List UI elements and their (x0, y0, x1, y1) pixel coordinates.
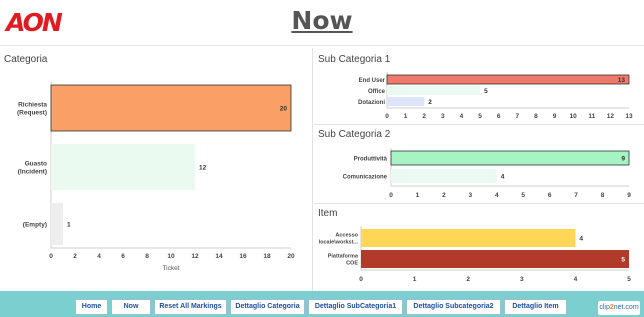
tick-label: 7 (515, 113, 519, 120)
data-label: 12 (199, 165, 207, 172)
tick-label: 2 (466, 276, 470, 283)
category-label: Guasto (25, 161, 47, 168)
data-label: 1 (67, 222, 71, 229)
tick-label: 18 (263, 253, 271, 260)
tick-label: 8 (145, 253, 149, 260)
bar (51, 203, 63, 245)
bar (50, 84, 292, 132)
panel-item: Item 4 Accesso locale\workst... 5 Piattaform… (314, 204, 644, 290)
tick-label: 14 (215, 253, 223, 260)
chart-sub-categoria-1[interactable]: 13End User5Office2Dotazioni0 1 2 3 4 5 6 7 8 9 10 1… (314, 48, 644, 123)
category-label: COE (346, 261, 358, 267)
category-label: Accesso (335, 233, 358, 239)
panel-sub-categoria-2: Sub Categoria 2 9 Produttività 4 Comunicazi… (314, 125, 644, 202)
panel-sub-categoria-1: Sub Categoria 1 13 End User 5 Office 2 Dotazi… (314, 48, 644, 123)
nav-button-home[interactable]: Home (75, 299, 108, 315)
tick-label: 4 (495, 192, 499, 199)
tick-label: 1 (404, 113, 408, 120)
nav-button-dettaglio-subcategoria2[interactable]: Dettaglio Subcategoria2 (406, 299, 501, 315)
tick-label: 3 (520, 276, 524, 283)
tick-label: 0 (389, 192, 393, 199)
tick-label: 20 (287, 253, 295, 260)
nav-button-now[interactable]: Now (111, 299, 151, 315)
category-label: (Incident) (18, 169, 47, 176)
tick-label: 0 (385, 113, 389, 120)
category-label: End User (359, 78, 386, 84)
tick-label: 11 (588, 113, 595, 120)
tick-label: 2 (73, 253, 77, 260)
chart-categoria[interactable]: 20Richiesta(Request)12Guasto(Incident)1(… (0, 48, 311, 284)
tick-label: 4 (460, 113, 464, 120)
panel-divider (312, 48, 313, 298)
chart-item[interactable]: 4 Accessolocale\workst... 5 PiattaformaCOE 0… (314, 204, 644, 290)
tick-label: 10 (167, 253, 175, 260)
category-label: Richiesta (18, 102, 47, 109)
tick-label: 13 (625, 113, 633, 120)
tick-label: 3 (441, 113, 445, 120)
tick-label: 9 (553, 113, 557, 120)
tick-label: 5 (478, 113, 482, 120)
tick-label: 8 (601, 192, 605, 199)
bar (51, 144, 195, 190)
tick-label: 1 (416, 192, 420, 199)
tick-label: 10 (570, 113, 578, 120)
bar (390, 150, 630, 166)
bar (387, 86, 481, 95)
page-title: Now (291, 6, 353, 35)
data-label: 5 (484, 88, 488, 95)
nav-button-dettaglio-item[interactable]: Dettaglio Item (504, 299, 567, 315)
bar (386, 74, 630, 85)
category-label: Dotazioni (358, 100, 385, 106)
header-bar: AON Now (0, 0, 644, 46)
tick-label: 4 (97, 253, 101, 260)
bar (391, 169, 497, 183)
data-label: 5 (621, 257, 625, 264)
nav-button-dettaglio-categoria[interactable]: Dettaglio Categoria (230, 299, 305, 315)
tick-label: 0 (49, 253, 53, 260)
category-label: locale\workst... (319, 240, 359, 246)
category-label: (Empty) (23, 222, 47, 229)
tick-label: 16 (239, 253, 247, 260)
category-label: Produttività (354, 156, 388, 162)
tick-label: 6 (497, 113, 501, 120)
category-label: Office (368, 89, 386, 95)
tick-label: 8 (534, 113, 538, 120)
tick-label: 7 (574, 192, 578, 199)
tick-label: 12 (191, 253, 199, 260)
data-label: 13 (618, 77, 626, 84)
data-label: 4 (579, 236, 583, 243)
data-label: 2 (428, 99, 432, 106)
tick-label: 4 (574, 276, 578, 283)
nav-button-dettaglio-subcategoria1[interactable]: Dettaglio SubCategoria1 (308, 299, 403, 315)
bar (387, 97, 425, 106)
category-label: Piattaforma (328, 254, 359, 260)
x-axis-label: Ticket (162, 265, 179, 272)
tick-label: 6 (121, 253, 125, 260)
chart-sub-categoria-2[interactable]: 9 Produttività 4 Comunicazione 0 1 2 3 4 5 6 7 8 9 (314, 125, 644, 202)
navigation-bar: Home Now Reset All Markings Dettaglio Ca… (0, 291, 644, 317)
tick-label: 2 (422, 113, 426, 120)
bar (361, 250, 629, 268)
tick-label: 0 (359, 276, 363, 283)
tick-label: 2 (442, 192, 446, 199)
data-label: 20 (280, 106, 288, 113)
tick-label: 5 (627, 276, 631, 283)
tick-label: 5 (521, 192, 525, 199)
clip2net-watermark: clip2net.com (598, 301, 640, 315)
tick-label: 12 (607, 113, 615, 120)
tick-label: 6 (548, 192, 552, 199)
category-label: Comunicazione (343, 174, 388, 180)
data-label: 9 (621, 156, 625, 163)
tick-label: 1 (413, 276, 417, 283)
tick-label: 3 (469, 192, 473, 199)
data-label: 4 (501, 174, 505, 181)
panel-categoria: Categoria 20 Richiesta (Request) 12 Guasto (I… (0, 48, 311, 290)
bar (361, 229, 576, 247)
nav-button-reset-all-markings[interactable]: Reset All Markings (154, 299, 227, 315)
tick-label: 9 (627, 192, 631, 199)
category-label: (Request) (17, 110, 47, 117)
